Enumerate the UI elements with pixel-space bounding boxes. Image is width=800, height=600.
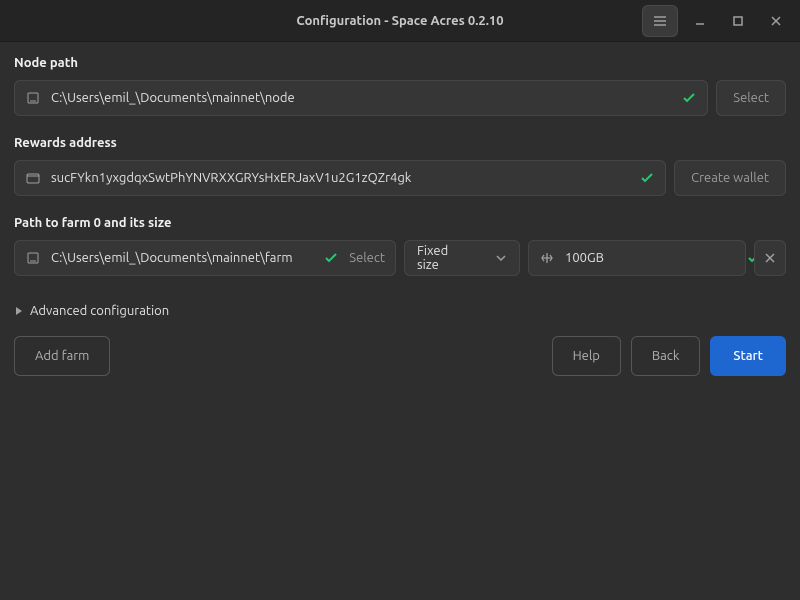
create-wallet-button[interactable]: Create wallet [674, 160, 786, 196]
disk-icon [25, 90, 41, 106]
rewards-input[interactable] [51, 171, 629, 185]
start-button[interactable]: Start [710, 336, 786, 376]
rewards-section: Rewards address Create wallet [14, 136, 786, 196]
resize-icon [539, 250, 555, 266]
close-icon [769, 14, 783, 28]
advanced-config-label: Advanced configuration [30, 304, 169, 318]
close-icon [764, 252, 776, 264]
maximize-button[interactable] [722, 5, 754, 37]
back-button[interactable]: Back [631, 336, 701, 376]
close-button[interactable] [760, 5, 792, 37]
wallet-icon [25, 170, 41, 186]
size-mode-select[interactable]: Fixed size [404, 240, 520, 276]
farm-path-input[interactable] [51, 251, 313, 265]
minimize-button[interactable] [684, 5, 716, 37]
node-path-input[interactable] [51, 91, 671, 105]
size-mode-value: Fixed size [417, 244, 471, 272]
check-icon [681, 90, 697, 106]
farm-path-select-button[interactable]: Select [349, 251, 385, 265]
farm-size-field[interactable] [528, 240, 746, 276]
minimize-icon [693, 14, 707, 28]
help-button[interactable]: Help [552, 336, 621, 376]
rewards-field[interactable] [14, 160, 666, 196]
add-farm-button[interactable]: Add farm [14, 336, 110, 376]
disk-icon [25, 250, 41, 266]
node-path-select-button[interactable]: Select [716, 80, 786, 116]
node-path-field[interactable] [14, 80, 708, 116]
node-path-section: Node path Select [14, 56, 786, 116]
advanced-config-toggle[interactable]: Advanced configuration [14, 304, 786, 318]
chevron-right-icon [14, 306, 24, 316]
chevron-down-icon [495, 252, 507, 264]
check-icon [323, 250, 339, 266]
hamburger-icon [652, 13, 668, 29]
remove-farm-button[interactable] [754, 240, 786, 276]
rewards-label: Rewards address [14, 136, 786, 150]
farm-size-input[interactable] [565, 251, 736, 265]
maximize-icon [732, 15, 744, 27]
window-title: Configuration - Space Acres 0.2.10 [296, 14, 503, 28]
farm-label: Path to farm 0 and its size [14, 216, 786, 230]
farm-section: Path to farm 0 and its size Select Fixed… [14, 216, 786, 276]
check-icon [639, 170, 655, 186]
node-path-label: Node path [14, 56, 786, 70]
titlebar: Configuration - Space Acres 0.2.10 [0, 0, 800, 42]
farm-path-field[interactable]: Select [14, 240, 396, 276]
footer-row: Add farm Help Back Start [14, 336, 786, 376]
hamburger-menu-button[interactable] [642, 5, 678, 37]
